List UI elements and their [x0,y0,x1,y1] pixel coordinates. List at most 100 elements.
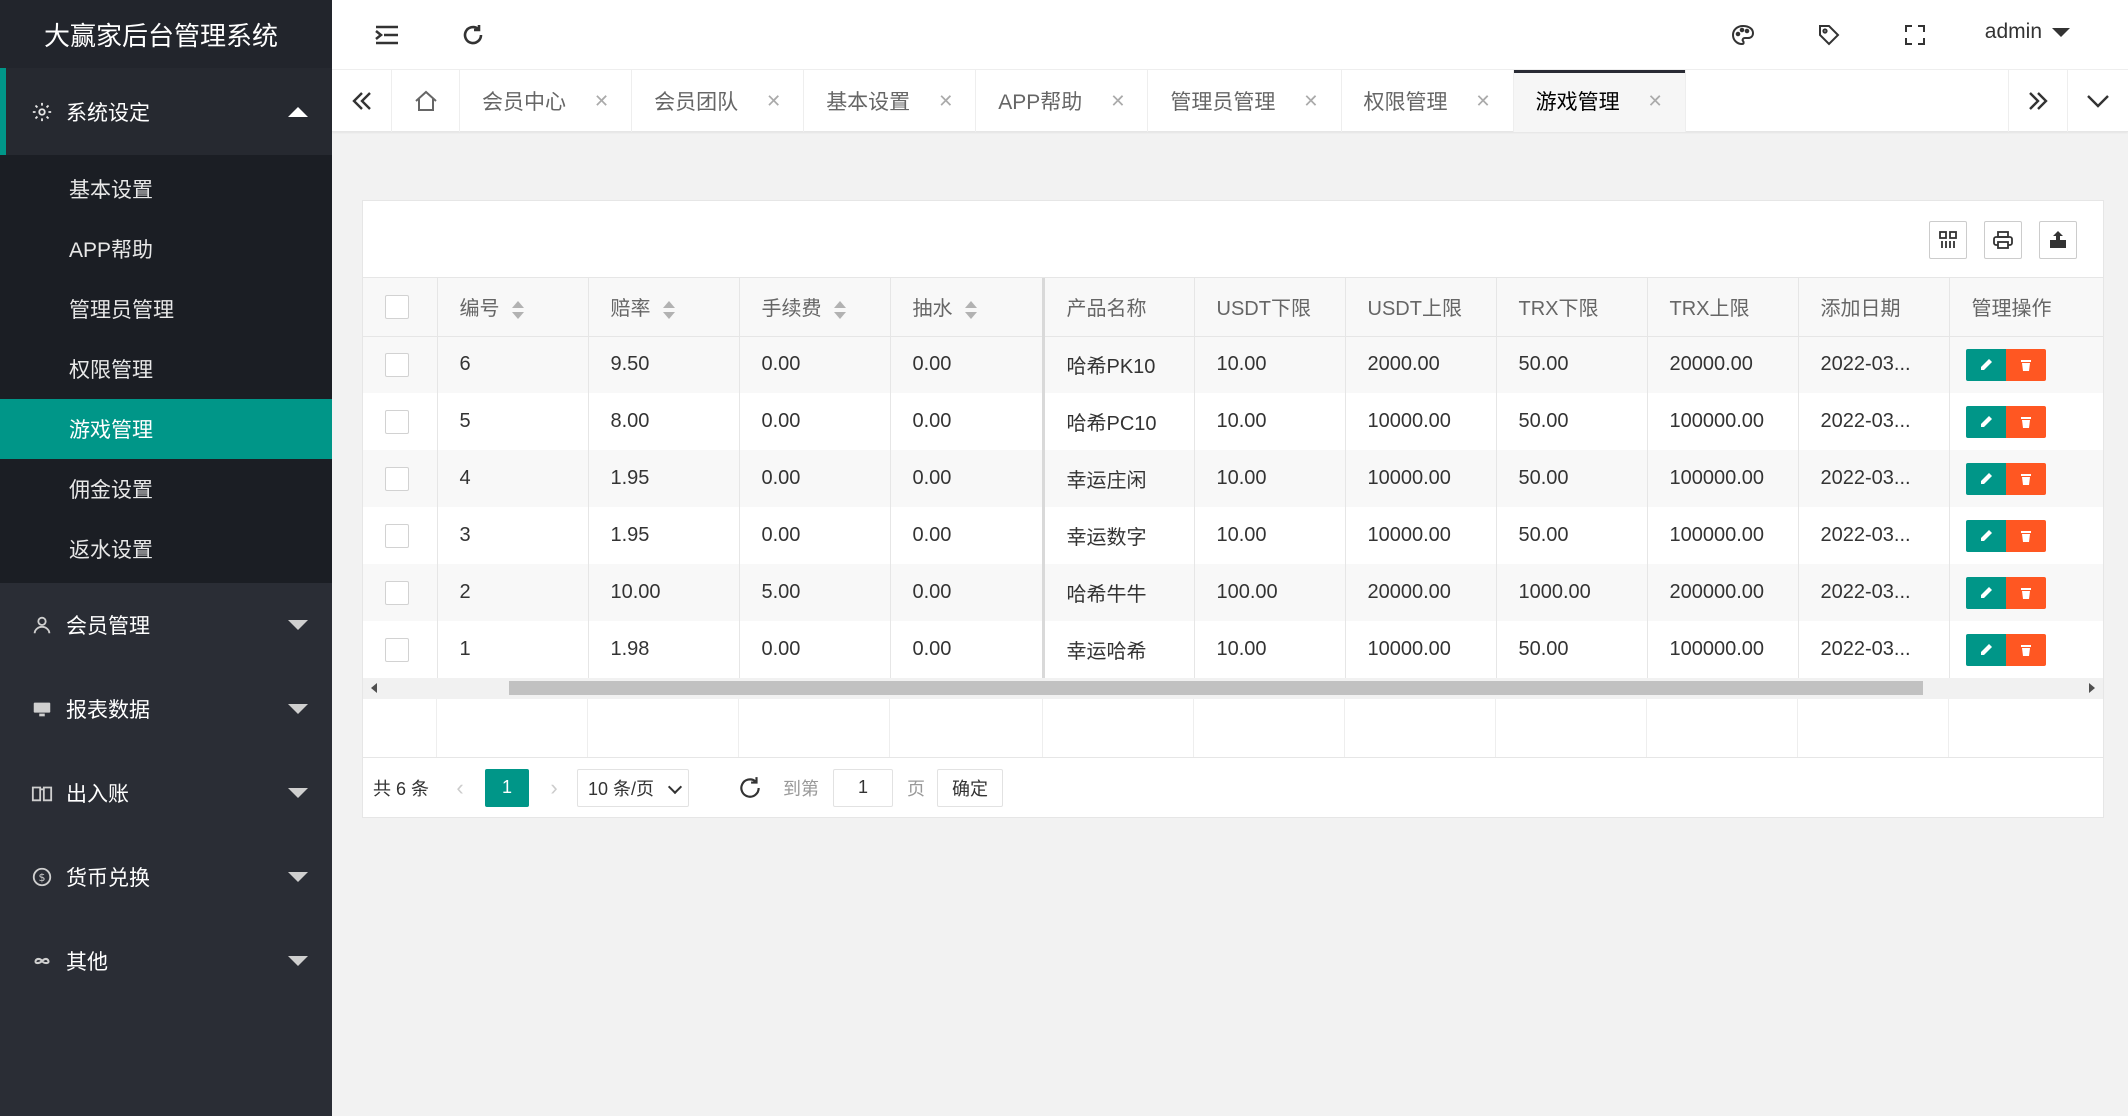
edit-button[interactable] [1965,519,2006,552]
close-icon[interactable]: ✕ [1476,91,1491,112]
table-row: 4 1.95 0.00 0.00 幸运庄闲 10.00 10000.00 50.00 10000… [363,450,2103,507]
edit-button[interactable] [1965,633,2006,666]
tab-home[interactable] [392,70,460,132]
table-cell: 2022-03... [1798,564,1950,621]
delete-button[interactable] [2005,576,2046,609]
close-icon[interactable]: ✕ [1110,91,1125,112]
table-row: 1 1.98 0.00 0.00 幸运哈希 10.00 10000.00 50.00 10000… [363,621,2103,678]
close-icon[interactable]: ✕ [766,91,781,112]
tab-member-team[interactable]: 会员团队 ✕ [632,70,805,132]
edit-button[interactable] [1965,348,2006,381]
row-select-cell [363,336,438,393]
edit-button[interactable] [1965,462,2006,495]
scroll-right-arrow-icon[interactable] [2089,683,2095,693]
print-button[interactable] [1984,221,2022,259]
sort-icon[interactable] [964,300,977,320]
scrollbar-thumb[interactable] [509,681,1923,695]
sidebar-item-permission-management[interactable]: 权限管理 [0,339,332,399]
table-cell: 0.00 [890,621,1045,678]
row-checkbox[interactable] [385,352,409,377]
table-cell: 8.00 [588,393,740,450]
sidebar-group-label: 其他 [66,951,108,974]
table-cell: 0.00 [739,393,891,450]
refresh-icon[interactable] [458,20,488,50]
sidebar-item-rebate-settings[interactable]: 返水设置 [0,519,332,579]
close-icon[interactable]: ✕ [594,91,609,112]
tab-member-center[interactable]: 会员中心 ✕ [460,70,633,132]
tabs-menu-chevron-down-icon[interactable] [2068,70,2128,132]
column-header-commission[interactable]: 抽水 [890,278,1045,337]
sidebar-group-accounts[interactable]: 出入账 [0,751,332,835]
goto-page-input[interactable]: 1 [833,768,894,807]
row-checkbox[interactable] [385,580,409,605]
columns-filter-button[interactable] [1929,221,1967,259]
sidebar-group-label: 系统设定 [66,101,150,125]
sidebar-group-currency[interactable]: $ 货币兑换 [0,835,332,919]
table-cell: 0.00 [890,336,1045,393]
row-checkbox[interactable] [385,409,409,434]
table-cell: 1.98 [588,621,740,678]
sidebar-item-admin-management[interactable]: 管理员管理 [0,279,332,339]
tag-icon[interactable] [1814,20,1844,50]
column-header-fee[interactable]: 手续费 [739,278,891,337]
close-icon[interactable]: ✕ [938,91,953,112]
edit-icon [1980,415,1992,427]
select-all-checkbox[interactable] [385,294,409,319]
user-menu[interactable]: admin [1985,20,2070,44]
sidebar-item-commission-settings[interactable]: 佣金设置 [0,459,332,519]
tab-game-management[interactable]: 游戏管理 ✕ [1513,70,1686,132]
table-cell: 2022-03... [1798,621,1950,678]
column-header-usdt-max: USDT上限 [1345,278,1497,337]
tab-app-help[interactable]: APP帮助 ✕ [976,70,1149,132]
sort-icon[interactable] [511,300,524,320]
tab-basic-settings[interactable]: 基本设置 ✕ [804,70,977,132]
column-header-id[interactable]: 编号 [437,278,589,337]
sidebar-group-system-settings[interactable]: 系统设定 [0,68,332,155]
sidebar-group-other[interactable]: 其他 [0,919,332,1003]
scroll-left-arrow-icon[interactable] [371,683,377,693]
trash-icon [2020,587,2031,599]
menu-toggle-icon[interactable] [372,20,402,50]
palette-icon[interactable] [1728,20,1758,50]
current-page-button[interactable]: 1 [485,768,530,807]
user-icon [30,613,54,637]
sort-icon[interactable] [833,300,846,320]
tabs-scroll-left-icon[interactable] [332,70,392,132]
delete-button[interactable] [2005,348,2046,381]
column-header-odds[interactable]: 赔率 [588,278,740,337]
edit-button[interactable] [1965,576,2006,609]
next-page-icon[interactable]: › [539,769,569,807]
delete-button[interactable] [2005,633,2046,666]
horizontal-scrollbar[interactable] [363,678,2103,698]
sidebar-group-members[interactable]: 会员管理 [0,583,332,667]
close-icon[interactable]: ✕ [1648,91,1663,112]
delete-button[interactable] [2005,405,2046,438]
sidebar-item-basic-settings[interactable]: 基本设置 [0,159,332,219]
tabs-scroll-right-icon[interactable] [2008,70,2068,132]
refresh-page-icon[interactable] [735,773,765,803]
table-cell: 10000.00 [1345,450,1497,507]
row-checkbox[interactable] [385,637,409,662]
row-checkbox[interactable] [385,523,409,548]
table-cell: 10.00 [1194,393,1346,450]
edit-button[interactable] [1965,405,2006,438]
delete-button[interactable] [2005,519,2046,552]
sort-icon[interactable] [662,300,675,320]
sidebar-item-game-management[interactable]: 游戏管理 [0,399,332,459]
page-size-select[interactable]: 10 条/页 [577,768,690,807]
goto-confirm-button[interactable]: 确定 [937,768,1004,807]
table-cell: 10000.00 [1345,507,1497,564]
tab-admin-management[interactable]: 管理员管理 ✕ [1148,70,1342,132]
prev-page-icon[interactable]: ‹ [445,769,475,807]
fullscreen-icon[interactable] [1900,20,1930,50]
row-checkbox[interactable] [385,466,409,491]
export-button[interactable] [2039,221,2077,259]
sidebar-group-reports[interactable]: 报表数据 [0,667,332,751]
print-icon [1993,231,2013,249]
delete-button[interactable] [2005,462,2046,495]
sidebar-item-app-help[interactable]: APP帮助 [0,219,332,279]
tab-permission-management[interactable]: 权限管理 ✕ [1342,70,1514,132]
tab-label: APP帮助 [998,91,1083,114]
row-select-cell [363,393,438,450]
close-icon[interactable]: ✕ [1303,91,1318,112]
